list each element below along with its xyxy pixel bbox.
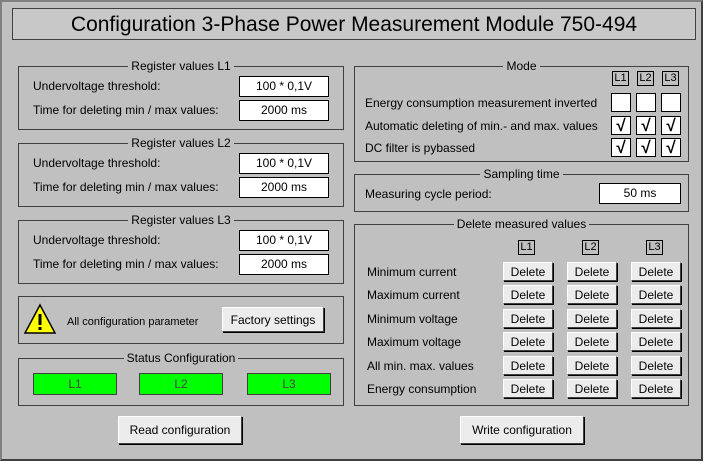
mode-checkbox[interactable]: √ bbox=[661, 138, 681, 157]
mode-column-l1: L1 bbox=[612, 71, 629, 86]
delete-button[interactable]: Delete bbox=[631, 379, 681, 398]
delete-row-label: Maximum voltage bbox=[367, 335, 462, 349]
mode-checkbox[interactable]: √ bbox=[611, 116, 631, 135]
group-title: Register values L1 bbox=[128, 59, 234, 73]
write-configuration-button[interactable]: Write configuration bbox=[460, 416, 584, 444]
mode-checkbox[interactable] bbox=[661, 93, 681, 112]
factory-settings-button[interactable]: Factory settings bbox=[222, 307, 324, 332]
delete-button[interactable]: Delete bbox=[567, 332, 617, 351]
mode-checkbox[interactable] bbox=[636, 93, 656, 112]
delete-button[interactable]: Delete bbox=[631, 262, 681, 281]
group-title: Register values L2 bbox=[128, 136, 234, 150]
mode-checkbox[interactable]: √ bbox=[611, 138, 631, 157]
mode-checkbox[interactable]: √ bbox=[636, 138, 656, 157]
delete-button[interactable]: Delete bbox=[503, 379, 553, 398]
status-led-l3: L3 bbox=[247, 373, 331, 395]
delete-column-l1: L1 bbox=[518, 240, 535, 255]
mode-checkbox[interactable] bbox=[611, 93, 631, 112]
group-title: Register values L3 bbox=[128, 213, 234, 227]
mode-row-label: Automatic deleting of min.- and max. val… bbox=[365, 119, 598, 133]
mode-row-label: DC filter is pybassed bbox=[365, 141, 476, 155]
mode-column-l3: L3 bbox=[662, 71, 679, 86]
delete-button[interactable]: Delete bbox=[631, 309, 681, 328]
undervoltage-field[interactable]: 100 * 0,1V bbox=[239, 76, 329, 97]
delete-button[interactable]: Delete bbox=[503, 356, 553, 375]
delete-column-l2: L2 bbox=[582, 240, 599, 255]
sampling-time-group: Sampling time Measuring cycle period: 50… bbox=[354, 167, 689, 212]
group-title: Sampling time bbox=[480, 167, 563, 181]
delete-button[interactable]: Delete bbox=[567, 356, 617, 375]
mode-column-l2: L2 bbox=[637, 71, 654, 86]
factory-settings-text: All configuration parameter bbox=[67, 316, 199, 328]
register-group-l3: Register values L3 Undervoltage threshol… bbox=[18, 213, 344, 284]
undervoltage-label: Undervoltage threshold: bbox=[33, 156, 161, 170]
delete-button[interactable]: Delete bbox=[503, 262, 553, 281]
delete-button[interactable]: Delete bbox=[631, 332, 681, 351]
delete-row-label: Energy consumption bbox=[367, 382, 477, 396]
status-led-l1: L1 bbox=[33, 373, 117, 395]
delete-row-label: Maximum current bbox=[367, 288, 460, 302]
delete-button[interactable]: Delete bbox=[503, 332, 553, 351]
undervoltage-field[interactable]: 100 * 0,1V bbox=[239, 153, 329, 174]
mode-checkbox[interactable]: √ bbox=[636, 116, 656, 135]
register-group-l2: Register values L2 Undervoltage threshol… bbox=[18, 136, 344, 207]
mode-group: Mode L1 L2 L3 Energy consumption measure… bbox=[354, 59, 689, 162]
undervoltage-label: Undervoltage threshold: bbox=[33, 79, 161, 93]
mode-checkbox[interactable]: √ bbox=[661, 116, 681, 135]
delete-button[interactable]: Delete bbox=[503, 285, 553, 304]
deleting-time-label: Time for deleting min / max values: bbox=[33, 257, 219, 271]
measuring-cycle-field[interactable]: 50 ms bbox=[599, 183, 681, 204]
factory-settings-group: All configuration parameter Factory sett… bbox=[18, 296, 344, 344]
delete-button[interactable]: Delete bbox=[503, 309, 553, 328]
status-configuration-group: Status Configuration L1 L2 L3 bbox=[18, 351, 344, 406]
delete-row-label: Minimum voltage bbox=[367, 312, 458, 326]
main-window: Configuration 3-Phase Power Measurement … bbox=[0, 0, 703, 461]
deleting-time-label: Time for deleting min / max values: bbox=[33, 180, 219, 194]
undervoltage-label: Undervoltage threshold: bbox=[33, 233, 161, 247]
undervoltage-field[interactable]: 100 * 0,1V bbox=[239, 230, 329, 251]
delete-column-l3: L3 bbox=[646, 240, 663, 255]
register-group-l1: Register values L1 Undervoltage threshol… bbox=[18, 59, 344, 130]
delete-button[interactable]: Delete bbox=[567, 379, 617, 398]
group-title: Status Configuration bbox=[123, 351, 239, 365]
mode-row-label: Energy consumption measurement inverted bbox=[365, 96, 598, 110]
delete-row-label: Minimum current bbox=[367, 265, 457, 279]
delete-button[interactable]: Delete bbox=[567, 262, 617, 281]
delete-button[interactable]: Delete bbox=[567, 309, 617, 328]
group-title: Mode bbox=[503, 59, 540, 73]
deleting-time-field[interactable]: 2000 ms bbox=[239, 254, 329, 275]
delete-button[interactable]: Delete bbox=[631, 356, 681, 375]
warning-icon bbox=[23, 303, 57, 334]
delete-button[interactable]: Delete bbox=[631, 285, 681, 304]
page-title: Configuration 3-Phase Power Measurement … bbox=[12, 8, 696, 40]
read-configuration-button[interactable]: Read configuration bbox=[118, 416, 242, 444]
delete-measured-values-group: Delete measured values L1 L2 L3 Minimum … bbox=[354, 217, 689, 406]
measuring-cycle-label: Measuring cycle period: bbox=[365, 187, 492, 201]
deleting-time-label: Time for deleting min / max values: bbox=[33, 103, 219, 117]
group-title: Delete measured values bbox=[453, 217, 590, 231]
deleting-time-field[interactable]: 2000 ms bbox=[239, 100, 329, 121]
delete-button[interactable]: Delete bbox=[567, 285, 617, 304]
status-led-l2: L2 bbox=[139, 373, 223, 395]
delete-row-label: All min. max. values bbox=[367, 359, 474, 373]
deleting-time-field[interactable]: 2000 ms bbox=[239, 177, 329, 198]
